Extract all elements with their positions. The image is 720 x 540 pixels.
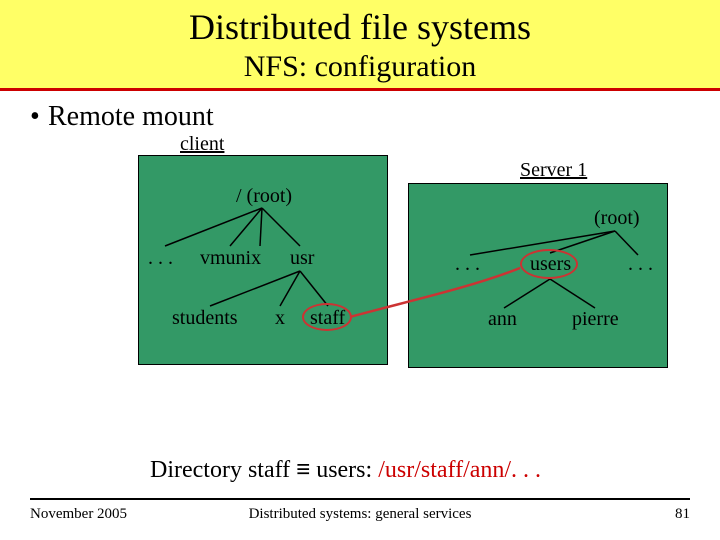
client-root-label: / (root) xyxy=(236,185,292,208)
mapping-prefix: Directory staff xyxy=(150,457,296,483)
server-label: Server 1 xyxy=(520,159,587,182)
node-students: students xyxy=(172,307,238,330)
client-dots-left: . . . xyxy=(148,247,173,270)
node-pierre: pierre xyxy=(572,308,619,331)
mapping-path: /usr/staff/ann/. . . xyxy=(378,457,541,483)
bullet-remote-mount: •Remote mount xyxy=(30,101,720,133)
node-usr: usr xyxy=(290,247,314,270)
highlight-users-icon xyxy=(520,249,578,279)
client-label: client xyxy=(180,133,224,156)
server-root-label: (root) xyxy=(594,207,640,230)
slide-title: Distributed file systems xyxy=(0,6,720,48)
title-underline xyxy=(0,88,720,91)
equiv-symbol-icon: ≡ xyxy=(296,456,310,483)
slide-footer: November 2005 Distributed systems: gener… xyxy=(30,506,690,523)
server-dots-left: . . . xyxy=(455,253,480,276)
mapping-mid: users: xyxy=(310,457,378,483)
mapping-line: Directory staff ≡ users: /usr/staff/ann/… xyxy=(150,456,541,484)
node-ann: ann xyxy=(488,308,517,331)
node-vmunix: vmunix xyxy=(200,247,261,270)
slide-subtitle: NFS: configuration xyxy=(0,50,720,84)
footer-course: Distributed systems: general services xyxy=(30,506,690,523)
highlight-staff-icon xyxy=(302,303,352,331)
nfs-mount-diagram: client Server 1 / (root) (root) . . . vm… xyxy=(0,133,720,403)
bullet-dot-icon: • xyxy=(30,101,48,133)
node-x: x xyxy=(275,307,285,330)
footer-rule xyxy=(30,498,690,500)
bullet-text: Remote mount xyxy=(48,101,214,132)
server-dots-right: . . . xyxy=(628,253,653,276)
